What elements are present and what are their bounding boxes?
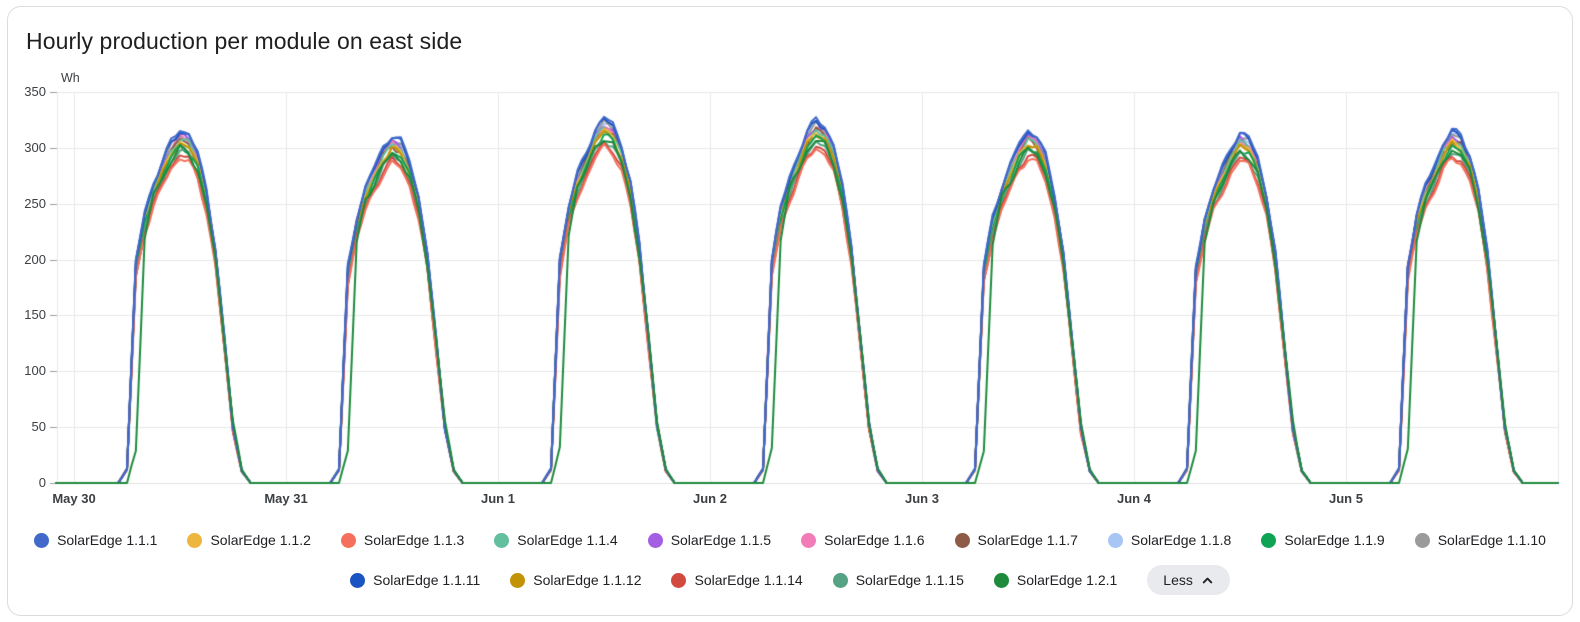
legend-color-dot xyxy=(510,572,526,588)
less-button-label: Less xyxy=(1163,572,1193,588)
legend-row-1: SolarEdge 1.1.1 SolarEdge 1.1.2 SolarEdge … xyxy=(0,527,1580,553)
legend-label: SolarEdge 1.1.4 xyxy=(517,532,618,548)
legend-label: SolarEdge 1.1.15 xyxy=(855,572,964,588)
legend-color-dot xyxy=(671,572,687,588)
legend-label: SolarEdge 1.1.6 xyxy=(824,532,925,548)
legend-item-solaredge-1-1-2[interactable]: SolarEdge 1.1.2 xyxy=(187,532,311,548)
legend-label: SolarEdge 1.1.1 xyxy=(57,532,158,548)
legend-label: SolarEdge 1.1.2 xyxy=(210,532,311,548)
legend-item-solaredge-1-1-10[interactable]: SolarEdge 1.1.10 xyxy=(1414,532,1546,548)
legend-item-solaredge-1-1-11[interactable]: SolarEdge 1.1.11 xyxy=(350,572,480,588)
legend-item-solaredge-1-1-4[interactable]: SolarEdge 1.1.4 xyxy=(494,532,618,548)
legend-color-dot xyxy=(801,532,817,548)
legend-label: SolarEdge 1.1.14 xyxy=(694,572,803,588)
legend-color-dot xyxy=(954,532,970,548)
legend-color-dot xyxy=(993,572,1009,588)
legend-color-dot xyxy=(1414,532,1430,548)
legend-color-dot xyxy=(832,572,848,588)
legend-label: SolarEdge 1.1.11 xyxy=(373,572,481,588)
legend-label: SolarEdge 1.1.12 xyxy=(533,572,642,588)
legend-label: SolarEdge 1.1.5 xyxy=(670,532,772,548)
legend-color-dot xyxy=(494,532,510,548)
legend-item-solaredge-1-1-7[interactable]: SolarEdge 1.1.7 xyxy=(954,532,1078,548)
legend-item-solaredge-1-1-8[interactable]: SolarEdge 1.1.8 xyxy=(1107,532,1232,548)
legend-color-dot xyxy=(340,532,356,548)
chevron-up-icon xyxy=(1201,574,1214,587)
legend-color-dot xyxy=(350,572,366,588)
legend-label: SolarEdge 1.1.9 xyxy=(1284,532,1385,548)
legend-color-dot xyxy=(1261,532,1277,548)
legend-item-solaredge-1-1-15[interactable]: SolarEdge 1.1.15 xyxy=(832,572,964,588)
legend-row-2: SolarEdge 1.1.11 SolarEdge 1.1.12 SolarEdg… xyxy=(0,563,1580,597)
legend-label: SolarEdge 1.1.10 xyxy=(1437,532,1546,548)
legend-color-dot xyxy=(187,532,203,548)
legend-item-solaredge-1-1-5[interactable]: SolarEdge 1.1.5 xyxy=(647,532,772,548)
legend-item-solaredge-1-1-12[interactable]: SolarEdge 1.1.12 xyxy=(510,572,641,588)
legend-item-solaredge-1-2-1[interactable]: SolarEdge 1.2.1 xyxy=(993,572,1118,588)
legend-color-dot xyxy=(34,532,50,548)
legend-item-solaredge-1-1-1[interactable]: SolarEdge 1.1.1 xyxy=(34,532,157,548)
legend-less-button[interactable]: Less xyxy=(1147,565,1230,595)
legend-color-dot xyxy=(1107,532,1123,548)
legend-label: SolarEdge 1.1.7 xyxy=(977,532,1078,548)
legend-color-dot xyxy=(647,532,663,548)
legend-item-solaredge-1-1-6[interactable]: SolarEdge 1.1.6 xyxy=(801,532,925,548)
legend-label: SolarEdge 1.1.3 xyxy=(363,532,465,548)
legend-label: SolarEdge 1.1.8 xyxy=(1130,532,1232,548)
legend-item-solaredge-1-1-14[interactable]: SolarEdge 1.1.14 xyxy=(671,572,803,588)
legend-item-solaredge-1-1-9[interactable]: SolarEdge 1.1.9 xyxy=(1261,532,1385,548)
legend-label: SolarEdge 1.2.1 xyxy=(1016,572,1118,588)
line-chart-plot-area[interactable] xyxy=(0,0,1580,515)
legend-item-solaredge-1-1-3[interactable]: SolarEdge 1.1.3 xyxy=(340,532,465,548)
